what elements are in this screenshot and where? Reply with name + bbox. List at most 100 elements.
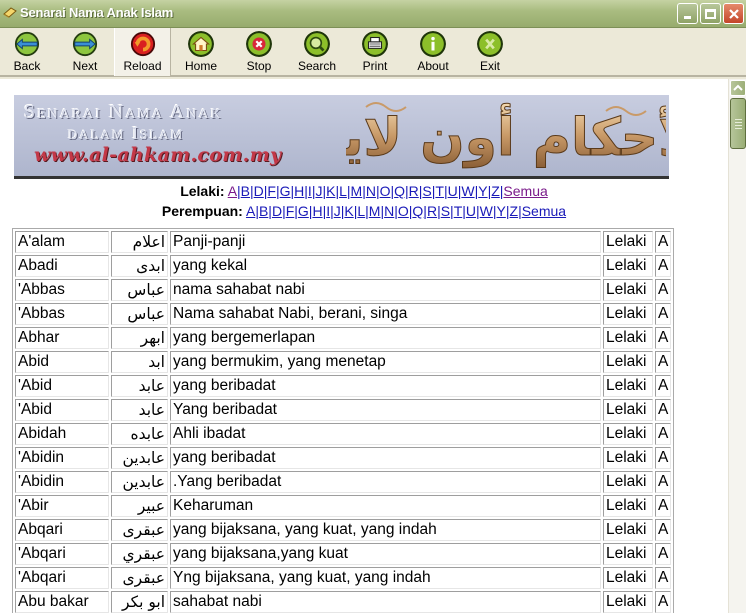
reload-button[interactable]: Reload: [114, 28, 171, 76]
stop-label: Stop: [246, 59, 272, 73]
male-letter-link-s[interactable]: S: [422, 183, 431, 199]
name-cell: 'Abidin: [15, 471, 109, 493]
female-letter-link-l[interactable]: L: [357, 203, 365, 219]
table-row: Abqari عبقرى yang bijaksana, yang kuat, ya…: [15, 519, 672, 541]
title-bar[interactable]: Senarai Nama Anak Islam: [0, 0, 746, 28]
arabic-cell: اعلام: [111, 231, 168, 253]
next-arrow-icon: [72, 31, 98, 57]
letter-cell: A: [655, 279, 672, 301]
male-letter-link-h[interactable]: H: [294, 183, 304, 199]
table-row: A'alam اعلام Panji-panji Lelaki A: [15, 231, 672, 253]
male-letter-link-q[interactable]: Q: [394, 183, 405, 199]
male-letter-nav: Lelaki: A|B|D|F|G|H|I|J|K|L|M|N|O|Q|R|S|…: [0, 183, 728, 199]
home-button[interactable]: Home: [181, 28, 221, 76]
female-letter-link-r[interactable]: R: [427, 203, 437, 219]
female-letter-link-s[interactable]: S: [441, 203, 450, 219]
meaning-cell: yang kekal: [170, 255, 601, 277]
female-letter-link-k[interactable]: K: [344, 203, 353, 219]
arabic-cell: عبقري: [111, 543, 168, 565]
page-content: Senarai Nama Anak dalam Islam www.al-ahk…: [0, 79, 728, 613]
female-letter-link-b[interactable]: B: [259, 203, 268, 219]
back-arrow-icon: [14, 31, 40, 57]
gender-cell: Lelaki: [603, 543, 653, 565]
female-letter-link-j[interactable]: J: [334, 203, 341, 219]
female-letter-link-h[interactable]: H: [312, 203, 322, 219]
search-icon: [304, 31, 330, 57]
close-button[interactable]: [723, 3, 744, 24]
letter-cell: A: [655, 591, 672, 613]
male-letter-link-r[interactable]: R: [409, 183, 419, 199]
print-button[interactable]: Print: [359, 28, 391, 76]
search-button[interactable]: Search: [296, 28, 338, 76]
arabic-cell: ابدى: [111, 255, 168, 277]
female-letter-link-d[interactable]: D: [272, 203, 282, 219]
exit-label: Exit: [479, 59, 500, 73]
male-letter-link-z[interactable]: Z: [491, 183, 500, 199]
female-letter-link-f[interactable]: F: [286, 203, 295, 219]
male-letter-link-l[interactable]: L: [339, 183, 347, 199]
name-cell: Abu bakar: [15, 591, 109, 613]
male-letter-link-u[interactable]: U: [448, 183, 458, 199]
female-letter-link-z[interactable]: Z: [510, 203, 519, 219]
female-letter-link-o[interactable]: O: [398, 203, 409, 219]
male-letter-link-o[interactable]: O: [380, 183, 391, 199]
exit-icon: [477, 31, 503, 57]
site-banner[interactable]: Senarai Nama Anak dalam Islam www.al-ahk…: [14, 95, 669, 179]
meaning-cell: nama sahabat nabi: [170, 279, 601, 301]
female-letter-link-q[interactable]: Q: [412, 203, 423, 219]
about-button[interactable]: About: [414, 28, 452, 76]
back-button[interactable]: Back: [4, 28, 50, 76]
male-letter-link-w[interactable]: W: [461, 183, 474, 199]
arabic-cell: عابدين: [111, 471, 168, 493]
male-letter-link-n[interactable]: N: [366, 183, 376, 199]
letter-cell: A: [655, 495, 672, 517]
female-letter-link-u[interactable]: U: [466, 203, 476, 219]
arabic-cell: ابهر: [111, 327, 168, 349]
female-letter-link-w[interactable]: W: [480, 203, 493, 219]
letter-cell: A: [655, 543, 672, 565]
stop-icon: [246, 31, 272, 57]
male-letter-link-g[interactable]: G: [280, 183, 291, 199]
scroll-up-button[interactable]: [730, 80, 746, 96]
scroll-thumb[interactable]: [730, 98, 746, 149]
female-all-link[interactable]: Semua: [522, 203, 566, 219]
female-letter-link-y[interactable]: Y: [497, 203, 506, 219]
home-icon: [188, 31, 214, 57]
letter-cell: A: [655, 399, 672, 421]
toolbar: Back Next Reload Home Stop Search Print …: [0, 28, 746, 77]
exit-button[interactable]: Exit: [476, 28, 504, 76]
name-cell: Abid: [15, 351, 109, 373]
stop-button[interactable]: Stop: [242, 28, 276, 76]
male-all-link[interactable]: Semua: [503, 183, 547, 199]
next-button[interactable]: Next: [62, 28, 108, 76]
female-letter-link-t[interactable]: T: [454, 203, 463, 219]
male-letter-link-y[interactable]: Y: [478, 183, 487, 199]
female-nav-label: Perempuan:: [161, 203, 243, 219]
name-cell: Abqari: [15, 519, 109, 541]
table-row: Abhar ابهر yang bergemerlapan Lelaki A: [15, 327, 672, 349]
female-letter-link-a[interactable]: A: [246, 203, 255, 219]
female-letter-link-n[interactable]: N: [384, 203, 394, 219]
male-letter-link-d[interactable]: D: [254, 183, 264, 199]
female-letter-nav: Perempuan: A|B|D|F|G|H|I|J|K|L|M|N|O|Q|R…: [0, 203, 728, 219]
male-letter-link-b[interactable]: B: [241, 183, 250, 199]
table-row: Abadi ابدى yang kekal Lelaki A: [15, 255, 672, 277]
female-letter-link-m[interactable]: M: [369, 203, 381, 219]
male-letter-link-f[interactable]: F: [267, 183, 276, 199]
table-row: 'Abqari عبقري yang bijaksana,yang kuat Lela…: [15, 543, 672, 565]
app-window: Senarai Nama Anak Islam Back Next Reload…: [0, 0, 746, 613]
male-letter-link-m[interactable]: M: [351, 183, 363, 199]
minimize-button[interactable]: [677, 3, 698, 24]
table-row: 'Abidin عابدين .Yang beribadat Lelaki A: [15, 471, 672, 493]
name-cell: 'Abid: [15, 375, 109, 397]
male-letter-link-t[interactable]: T: [435, 183, 444, 199]
maximize-button[interactable]: [700, 3, 721, 24]
male-letter-link-a[interactable]: A: [228, 183, 237, 199]
letter-cell: A: [655, 327, 672, 349]
meaning-cell: .Yang beribadat: [170, 471, 601, 493]
vertical-scrollbar[interactable]: [728, 79, 746, 613]
name-cell: 'Abid: [15, 399, 109, 421]
gender-cell: Lelaki: [603, 519, 653, 541]
meaning-cell: yang bijaksana,yang kuat: [170, 543, 601, 565]
female-letter-link-g[interactable]: G: [298, 203, 309, 219]
